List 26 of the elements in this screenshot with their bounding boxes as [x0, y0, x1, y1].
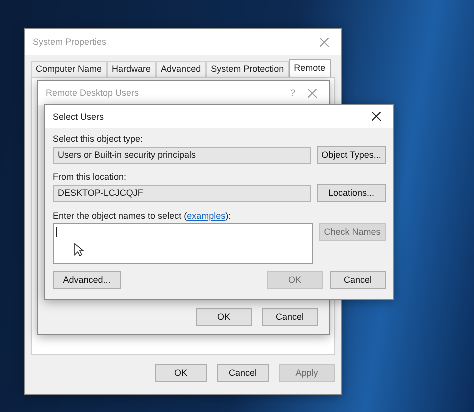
object-names-field[interactable]	[53, 223, 313, 264]
field-label: From this location:	[53, 172, 128, 182]
tab[interactable]: Remote	[289, 59, 331, 77]
field-label: Select this object type:	[53, 134, 144, 144]
text-cursor	[56, 227, 57, 237]
dialog-button[interactable]: Cancel	[262, 308, 318, 326]
tab[interactable]: Computer Name	[31, 61, 108, 77]
dialog-button[interactable]: Object Types...	[317, 146, 386, 164]
object-type-field: Users or Built-in security principals	[53, 146, 311, 164]
tab[interactable]: System Protection	[206, 61, 290, 77]
dialog-button[interactable]: Cancel	[330, 271, 386, 289]
names-label: Enter the object names to select (examples):	[53, 211, 232, 221]
dialog-button[interactable]: OK	[196, 308, 252, 326]
window-title: System Properties	[33, 37, 108, 47]
tab[interactable]: Advanced	[156, 61, 206, 77]
dialog-button[interactable]: OK	[155, 364, 207, 382]
dialog-button[interactable]: Advanced...	[53, 271, 121, 289]
dialog-button[interactable]: Locations...	[317, 184, 386, 202]
tab[interactable]: Hardware	[107, 61, 156, 77]
window-title: Select Users	[53, 112, 106, 122]
mouse-pointer-icon	[74, 243, 84, 257]
location-field: DESKTOP-LCJCQJF	[53, 184, 311, 202]
window-title: Remote Desktop Users	[46, 88, 140, 98]
dialog-button[interactable]: Cancel	[217, 364, 269, 382]
close-icon[interactable]	[372, 112, 381, 121]
examples-link[interactable]: examples	[187, 211, 226, 221]
